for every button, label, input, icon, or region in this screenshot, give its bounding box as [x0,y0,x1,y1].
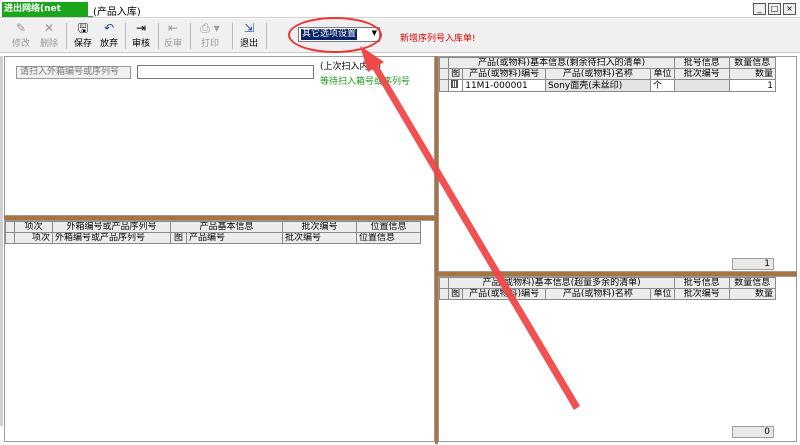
batch-cell [674,79,730,92]
row-indicator [438,68,450,80]
image-cell [448,79,464,92]
group-header: 数量信息 [728,57,777,69]
delete-icon: ✕ [43,21,55,35]
column-header[interactable]: 产品(或物料)名称 [544,288,651,300]
print-button[interactable]: ⎙ ▾ 打印 [192,21,228,51]
excess-pane [438,276,797,442]
toolbar-separator [125,23,126,49]
scanned-list-pane [4,220,435,442]
row-indicator [438,277,450,289]
group-header: 批号信息 [674,277,730,289]
group-header: 位置信息 [356,221,421,233]
row-indicator [438,57,450,69]
remaining-grid: 产品(或物料)基本信息(剩余待扫入的清单) 批号信息 数量信息 图 产品(或物料… [438,57,777,92]
qty-cell: 1 [728,79,777,92]
notice-text: 新增序列号入库单! [400,34,476,44]
product-name-cell: Sony面壳(未丝印) [544,79,651,92]
column-header[interactable]: 数量 [728,288,777,300]
column-header[interactable]: 图 [448,288,464,300]
review-label: 审核 [131,39,150,49]
group-header: 项次 [14,221,53,233]
column-header[interactable]: 产品(或物料)编号 [462,68,546,80]
column-header[interactable]: 外箱编号或产品序列号 [52,232,171,244]
modify-label: 修改 [11,39,30,49]
abandon-label: 放弃 [99,39,118,49]
column-header[interactable]: 位置信息 [356,232,421,244]
left-gripper [0,56,3,426]
undo-icon: ↶ [103,21,115,35]
image-icon [451,80,459,88]
save-label: 保存 [73,39,92,49]
column-header[interactable]: 项次 [14,232,53,244]
scan-input[interactable] [137,65,314,79]
column-header[interactable]: 产品(或物料)名称 [544,68,651,80]
exit-icon: ⇲ [243,21,255,35]
group-header: 批号信息 [674,57,730,69]
row-indicator [438,79,450,92]
waiting-status: 等待扫入箱号或序列号 [320,77,411,87]
row-indicator [5,221,15,233]
exit-button[interactable]: ⇲ 退出 [236,21,262,51]
annotation-circle [288,17,382,53]
toolbar-separator [232,23,233,49]
toolbar-separator [158,23,159,49]
title-bar: 进出网络(net _(产品入库) _ □ × [0,0,800,18]
window-title: _(产品入库) [88,7,141,18]
column-header[interactable]: 单位 [649,288,676,300]
save-button[interactable]: 🖫 保存 [70,21,96,51]
scanned-grid: 项次 外箱编号或产品序列号 产品基本信息 批次编号 位置信息 项次 外箱编号或产… [5,221,421,244]
column-header[interactable]: 产品编号 [186,232,283,244]
row-indicator [438,288,450,300]
group-header: 产品基本信息 [170,221,283,233]
row-indicator [5,232,15,244]
maximize-button[interactable]: □ [768,3,781,15]
close-button[interactable]: × [783,3,796,15]
group-header: 数量信息 [728,277,777,289]
app-logo: 进出网络(net [2,2,88,17]
column-header[interactable]: 批次编号 [674,68,730,80]
group-header: 产品(或物料)基本信息(剩余待扫入的清单) [448,57,676,69]
abandon-button[interactable]: ↶ 放弃 [96,21,122,51]
unreview-label: 反审 [163,39,182,49]
save-icon: 🖫 [77,21,89,35]
group-header: 外箱编号或产品序列号 [52,221,171,233]
column-header[interactable]: 产品(或物料)编号 [462,288,546,300]
toolbar-separator [190,23,191,49]
print-label: 打印 [200,39,219,49]
last-scan-label: (上次扫入内容) [320,62,382,72]
column-header[interactable]: 图 [170,232,187,244]
review-icon: ⇥ [135,21,147,35]
column-header[interactable]: 批次编号 [282,232,357,244]
exit-label: 退出 [239,39,258,49]
delete-label: 删除 [39,39,58,49]
delete-button[interactable]: ✕ 删除 [36,21,62,51]
column-header[interactable]: 图 [448,68,464,80]
unit-cell: 个 [649,79,676,92]
review-button[interactable]: ⇥ 审核 [128,21,154,51]
table-row[interactable]: 11M1-000001 Sony面壳(未丝印) 个 1 [438,79,777,92]
toolbar-separator [266,23,267,49]
column-header[interactable]: 单位 [649,68,676,80]
unreview-icon: ⇤ [167,21,179,35]
unreview-button[interactable]: ⇤ 反审 [160,21,186,51]
minimize-button[interactable]: _ [753,3,766,15]
modify-button[interactable]: ✎ 修改 [8,21,34,51]
toolbar-separator [66,23,67,49]
group-header: 批次编号 [282,221,357,233]
column-header[interactable]: 批次编号 [674,288,730,300]
edit-icon: ✎ [15,21,27,35]
product-code-cell: 11M1-000001 [462,79,546,92]
scan-label-button[interactable]: 请扫入外箱编号或序列号 [16,66,131,79]
excess-total: 0 [732,426,774,438]
printer-icon: ⎙ ▾ [200,21,220,35]
remaining-total: 1 [732,258,774,270]
excess-grid: 产品(或物料)基本信息(超量多余的清单) 批号信息 数量信息 图 产品(或物料)… [438,277,777,300]
column-header[interactable]: 数量 [728,68,777,80]
group-header: 产品(或物料)基本信息(超量多余的清单) [448,277,676,289]
